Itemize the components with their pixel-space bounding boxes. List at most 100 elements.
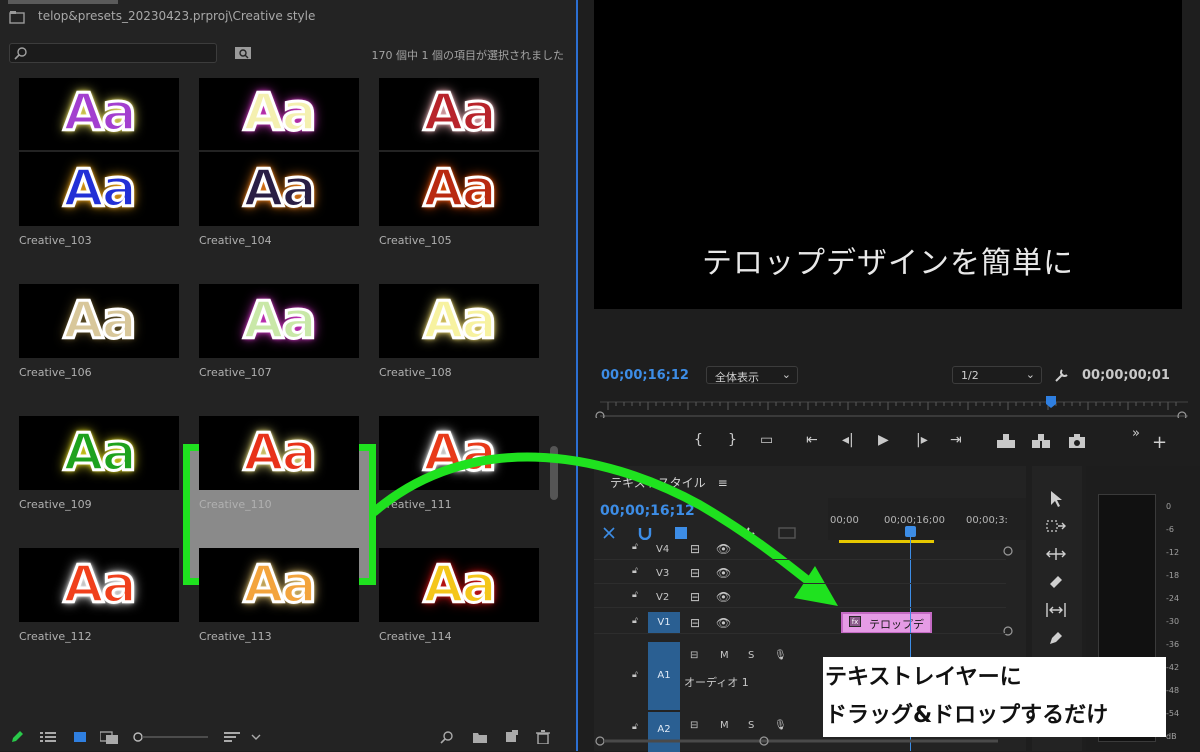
thumbnail-item[interactable]: Aa Creative_114 [370, 548, 550, 678]
lock-icon[interactable]: 🔓︎ [632, 566, 638, 576]
play-button[interactable]: ▶ [878, 432, 889, 448]
monitor-timeline-ruler[interactable] [594, 396, 1188, 418]
thumbnail-sample-text: Aa [62, 83, 138, 143]
freeform-view-icon[interactable] [100, 730, 120, 744]
zoom-level-select[interactable]: 全体表示 ⌄ [706, 366, 798, 384]
mute-button[interactable]: M [720, 650, 729, 661]
thumbnail-caption: Creative_105 [379, 234, 452, 247]
thumbnail-caption: Creative_106 [19, 366, 92, 379]
thumbnail-item[interactable]: Aa Creative_104 [190, 152, 370, 282]
thumbnail-item[interactable]: Aa Creative_108 [370, 284, 550, 414]
panel-menu-icon[interactable]: ≡ [718, 476, 728, 490]
microphone-icon[interactable]: 🎙︎ [774, 720, 787, 731]
lock-icon[interactable]: 🔓︎ [632, 670, 638, 680]
playhead-handle[interactable] [905, 526, 916, 537]
thumbnail-preview: Aa [19, 284, 179, 358]
thumbnail-sample-text: Aa [242, 423, 318, 483]
lock-icon[interactable]: 🔓︎ [632, 542, 638, 552]
scrollbar-thumb[interactable] [550, 446, 558, 500]
track-row [594, 612, 1006, 634]
meter-scale-label: dB [1166, 732, 1177, 741]
thumbnail-sample-text: Aa [422, 291, 498, 351]
thumbnail-item[interactable]: Aa Creative_105 [370, 152, 550, 282]
mark-out-button[interactable]: } [728, 432, 737, 448]
new-item-icon[interactable] [504, 730, 518, 744]
thumbnail-item[interactable]: Aa Creative_112 [10, 548, 190, 678]
sequence-tab[interactable]: テキストスタイル ≡ [610, 474, 728, 491]
trash-icon[interactable] [536, 730, 550, 744]
more-controls-icon[interactable]: » [1132, 426, 1140, 441]
thumbnail-item[interactable]: Aa Creative_106 [10, 284, 190, 414]
pen-tool-icon[interactable] [1048, 630, 1064, 646]
eye-icon[interactable]: 👁︎ [716, 542, 731, 556]
sync-lock-icon[interactable]: ⊟ [690, 616, 700, 630]
sync-lock-icon[interactable]: ⊟ [690, 720, 698, 731]
thumbnail-item[interactable]: Aa Creative_111 [370, 416, 550, 546]
wrench-icon[interactable] [1054, 367, 1070, 383]
go-to-in-button[interactable]: ▭ [760, 432, 773, 448]
lift-icon[interactable] [995, 434, 1017, 450]
step-forward-button[interactable]: |▸ [916, 432, 928, 448]
sync-lock-icon[interactable]: ⊟ [690, 542, 700, 556]
lock-icon[interactable]: 🔓︎ [632, 722, 638, 732]
monitor-caption: テロップデザインを簡単に [702, 246, 1074, 281]
thumbnail-item[interactable]: Aa Creative_113 [190, 548, 370, 678]
go-to-out-button[interactable]: ⇥ [950, 432, 962, 448]
meter-scale-label: -42 [1166, 663, 1180, 672]
timeline-timecode[interactable]: 00;00;16;12 [600, 503, 695, 519]
meter-scale-label: -36 [1166, 640, 1180, 649]
bin-icon[interactable] [9, 10, 25, 24]
extract-icon[interactable] [1030, 434, 1052, 450]
slip-tool-icon[interactable] [1046, 602, 1066, 618]
list-view-icon[interactable] [40, 730, 56, 744]
track-target-a1[interactable]: A1 [648, 642, 680, 710]
new-bin-icon[interactable] [472, 730, 488, 744]
playhead-timecode[interactable]: 00;00;16;12 [601, 368, 689, 383]
thumbnail-caption: Creative_104 [199, 234, 272, 247]
sort-icon[interactable] [224, 730, 264, 744]
eye-icon[interactable]: 👁︎ [716, 566, 731, 580]
sync-lock-icon[interactable]: ⊟ [690, 650, 698, 661]
search-input[interactable] [9, 43, 217, 63]
thumbnail-caption: Creative_110 [199, 498, 272, 511]
thumbnail-item[interactable]: Aa Creative_110 [190, 416, 370, 546]
thumbnail-item[interactable]: Aa Creative_107 [190, 284, 370, 414]
thumbnail-preview: Aa [379, 548, 539, 622]
find-icon[interactable] [440, 730, 454, 744]
zoom-slider[interactable] [132, 730, 208, 744]
microphone-icon[interactable]: 🎙︎ [774, 650, 787, 661]
thumbnail-item[interactable]: Aa Creative_103 [10, 152, 190, 282]
thumbnail-sample-text: Aa [242, 555, 318, 615]
solo-button[interactable]: S [748, 650, 754, 661]
track-name: V3 [656, 568, 670, 579]
mute-button[interactable]: M [720, 720, 729, 731]
eye-icon[interactable]: 👁︎ [716, 590, 731, 604]
step-to-in-button[interactable]: ⇤ [806, 432, 818, 448]
sync-lock-icon[interactable]: ⊟ [690, 566, 700, 580]
ripple-edit-tool-icon[interactable] [1046, 546, 1066, 562]
razor-tool-icon[interactable] [1048, 574, 1064, 590]
camera-icon[interactable] [1068, 434, 1086, 449]
add-button-icon[interactable]: + [1152, 432, 1167, 453]
track-name: V2 [656, 592, 670, 603]
step-back-button[interactable]: ◂| [842, 432, 854, 448]
eye-icon[interactable]: 👁︎ [716, 616, 731, 630]
meter-scale-label: -48 [1166, 686, 1180, 695]
lock-icon[interactable]: 🔓︎ [632, 616, 638, 626]
selection-tool-icon[interactable] [1048, 490, 1064, 508]
thumbnail-caption: Creative_108 [379, 366, 452, 379]
icon-view-icon[interactable] [74, 730, 86, 744]
thumbnail-item[interactable]: Aa Creative_109 [10, 416, 190, 546]
mark-in-button[interactable]: { [694, 432, 703, 448]
lock-icon[interactable]: 🔓︎ [632, 590, 638, 600]
sync-lock-icon[interactable]: ⊟ [690, 590, 700, 604]
resolution-select[interactable]: 1/2 ⌄ [952, 366, 1042, 384]
solo-button[interactable]: S [748, 720, 754, 731]
meter-scale-label: -18 [1166, 571, 1180, 580]
audio-track-name: オーディオ 1 [684, 676, 749, 689]
track-select-tool-icon[interactable] [1046, 518, 1066, 534]
find-in-bin-icon[interactable] [234, 45, 252, 61]
project-panel: telop&presets_20230423.prproj\Creative s… [0, 0, 576, 751]
pencil-icon[interactable] [10, 730, 24, 744]
thumbnail-caption: Creative_112 [19, 630, 92, 643]
